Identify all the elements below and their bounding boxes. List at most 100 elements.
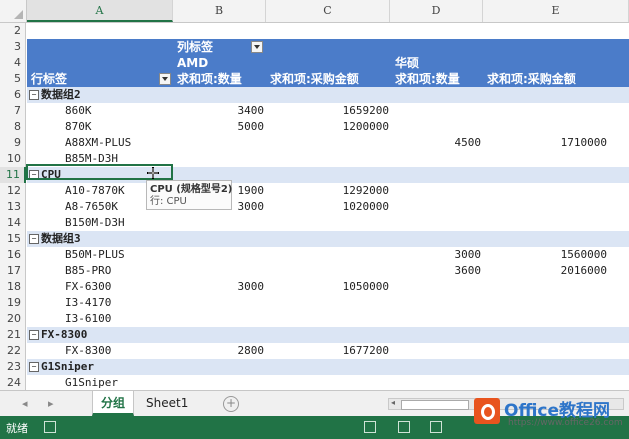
asus-amount-cell[interactable] <box>483 119 607 135</box>
amd-qty-cell[interactable]: 3000 <box>173 279 265 295</box>
page-layout-icon[interactable] <box>398 421 410 433</box>
group-label[interactable]: − 数据组2 <box>29 87 81 103</box>
tab-sheet1[interactable]: Sheet1 <box>138 391 196 416</box>
amd-amount-cell[interactable]: 1200000 <box>266 119 389 135</box>
amd-amount-cell[interactable]: 1659200 <box>266 103 389 119</box>
row-number[interactable]: 24 <box>0 375 26 390</box>
row-number[interactable]: 4 <box>0 55 26 71</box>
row-number[interactable]: 14 <box>0 215 26 231</box>
row-number[interactable]: 7 <box>0 103 26 119</box>
amd-qty-cell[interactable]: 3400 <box>173 103 265 119</box>
row-body[interactable]: FX-6300 3000 1050000 <box>27 279 629 295</box>
row-number[interactable]: 22 <box>0 343 26 359</box>
item-label[interactable]: FX-8300 <box>65 343 111 359</box>
select-all-corner[interactable] <box>0 0 27 22</box>
group-label[interactable]: − G1Sniper <box>29 359 94 375</box>
item-label[interactable]: A8-7650K <box>65 199 118 215</box>
column-header-c[interactable]: C <box>266 0 390 22</box>
amd-qty-cell[interactable]: 2800 <box>173 343 265 359</box>
row-number[interactable]: 21 <box>0 327 26 343</box>
column-labels-filter-button[interactable] <box>251 41 263 53</box>
group-label[interactable]: − 数据组3 <box>29 231 81 247</box>
row-number[interactable]: 2 <box>0 23 26 39</box>
row-number[interactable]: 3 <box>0 39 26 55</box>
column-header-d[interactable]: D <box>390 0 483 22</box>
scroll-left-arrow-icon[interactable]: ◂ <box>391 398 395 407</box>
collapse-icon[interactable]: − <box>29 362 39 372</box>
row-number[interactable]: 19 <box>0 295 26 311</box>
asus-amount-cell[interactable] <box>483 103 607 119</box>
row-number[interactable]: 9 <box>0 135 26 151</box>
row-number[interactable]: 13 <box>0 199 26 215</box>
asus-qty-cell[interactable] <box>390 119 481 135</box>
row-body[interactable]: A88XM-PLUS 4500 1710000 <box>27 135 629 151</box>
row-number[interactable]: 8 <box>0 119 26 135</box>
row-labels-filter-button[interactable] <box>159 73 171 85</box>
normal-view-icon[interactable] <box>364 421 376 433</box>
item-label[interactable]: 870K <box>65 119 92 135</box>
item-label[interactable]: B85-PRO <box>65 263 111 279</box>
item-label[interactable]: G1Sniper <box>65 375 118 390</box>
row-number[interactable]: 5 <box>0 71 26 87</box>
row-body[interactable]: B85-PRO 3600 2016000 <box>27 263 629 279</box>
asus-qty-cell[interactable]: 3600 <box>390 263 482 279</box>
group-row[interactable]: − FX-8300 <box>27 327 629 343</box>
row-body[interactable]: B150M-D3H <box>27 215 629 231</box>
item-label[interactable]: FX-6300 <box>65 279 111 295</box>
collapse-icon[interactable]: − <box>29 234 39 244</box>
amd-amount-cell[interactable]: 1020000 <box>266 199 389 215</box>
row-number[interactable]: 15 <box>0 231 26 247</box>
row-body[interactable]: 860K 3400 1659200 <box>27 103 629 119</box>
row-body[interactable]: B50M-PLUS 3000 1560000 <box>27 247 629 263</box>
row-number[interactable]: 20 <box>0 311 26 327</box>
amd-amount-cell[interactable]: 1050000 <box>266 279 389 295</box>
amd-qty-cell[interactable] <box>173 135 264 151</box>
row-number[interactable]: 18 <box>0 279 26 295</box>
add-sheet-icon[interactable]: + <box>223 396 239 412</box>
item-label[interactable]: A88XM-PLUS <box>65 135 131 151</box>
column-header-a[interactable]: A <box>27 0 173 22</box>
group-row[interactable]: − G1Sniper <box>27 359 629 375</box>
asus-qty-cell[interactable]: 4500 <box>390 135 482 151</box>
asus-qty-cell[interactable] <box>390 103 481 119</box>
scrollbar-thumb[interactable] <box>401 400 469 410</box>
asus-amount-cell[interactable]: 2016000 <box>483 263 607 279</box>
row-body[interactable]: I3-4170 <box>27 295 629 311</box>
page-break-preview-icon[interactable] <box>430 421 442 433</box>
row-number[interactable]: 23 <box>0 359 26 375</box>
row-body[interactable]: G1Sniper <box>27 375 629 390</box>
row-number[interactable]: 10 <box>0 151 26 167</box>
item-label[interactable]: B150M-D3H <box>65 215 125 231</box>
row-number[interactable]: 11 <box>0 167 26 183</box>
row-number[interactable]: 6 <box>0 87 26 103</box>
row-body[interactable] <box>27 23 629 39</box>
amd-amount-cell[interactable] <box>266 135 389 151</box>
item-label[interactable]: I3-6100 <box>65 311 111 327</box>
collapse-icon[interactable]: − <box>29 90 39 100</box>
item-label[interactable]: B50M-PLUS <box>65 247 125 263</box>
tab-scroll-right-icon[interactable]: ▸ <box>48 397 54 410</box>
asus-amount-cell[interactable]: 1710000 <box>483 135 607 151</box>
column-header-e[interactable]: E <box>483 0 629 22</box>
amd-amount-cell[interactable]: 1292000 <box>266 183 389 199</box>
item-label[interactable]: A10-7870K <box>65 183 125 199</box>
row-number[interactable]: 17 <box>0 263 26 279</box>
tab-group-sheet[interactable]: 分组 <box>92 391 135 416</box>
spreadsheet-grid[interactable]: A B C D E 2 3 列标签 4 AMD 华硕 5 行标签 求和项:数量 … <box>0 0 629 390</box>
item-label[interactable]: I3-4170 <box>65 295 111 311</box>
collapse-icon[interactable]: − <box>29 330 39 340</box>
tab-scroll-left-icon[interactable]: ◂ <box>22 397 28 410</box>
group-row[interactable]: − 数据组2 <box>27 87 629 103</box>
asus-qty-cell[interactable]: 3000 <box>390 247 482 263</box>
amd-amount-cell[interactable]: 1677200 <box>266 343 389 359</box>
row-number[interactable]: 16 <box>0 247 26 263</box>
asus-amount-cell[interactable]: 1560000 <box>483 247 607 263</box>
row-number[interactable]: 12 <box>0 183 26 199</box>
item-label[interactable]: 860K <box>65 103 92 119</box>
row-body[interactable]: A10-7870K 1900 1292000 <box>27 183 629 199</box>
macro-record-icon[interactable] <box>44 421 56 433</box>
column-header-b[interactable]: B <box>173 0 266 22</box>
row-body[interactable]: I3-6100 <box>27 311 629 327</box>
group-label[interactable]: − FX-8300 <box>29 327 87 343</box>
row-body[interactable]: A8-7650K 3000 1020000 <box>27 199 629 215</box>
